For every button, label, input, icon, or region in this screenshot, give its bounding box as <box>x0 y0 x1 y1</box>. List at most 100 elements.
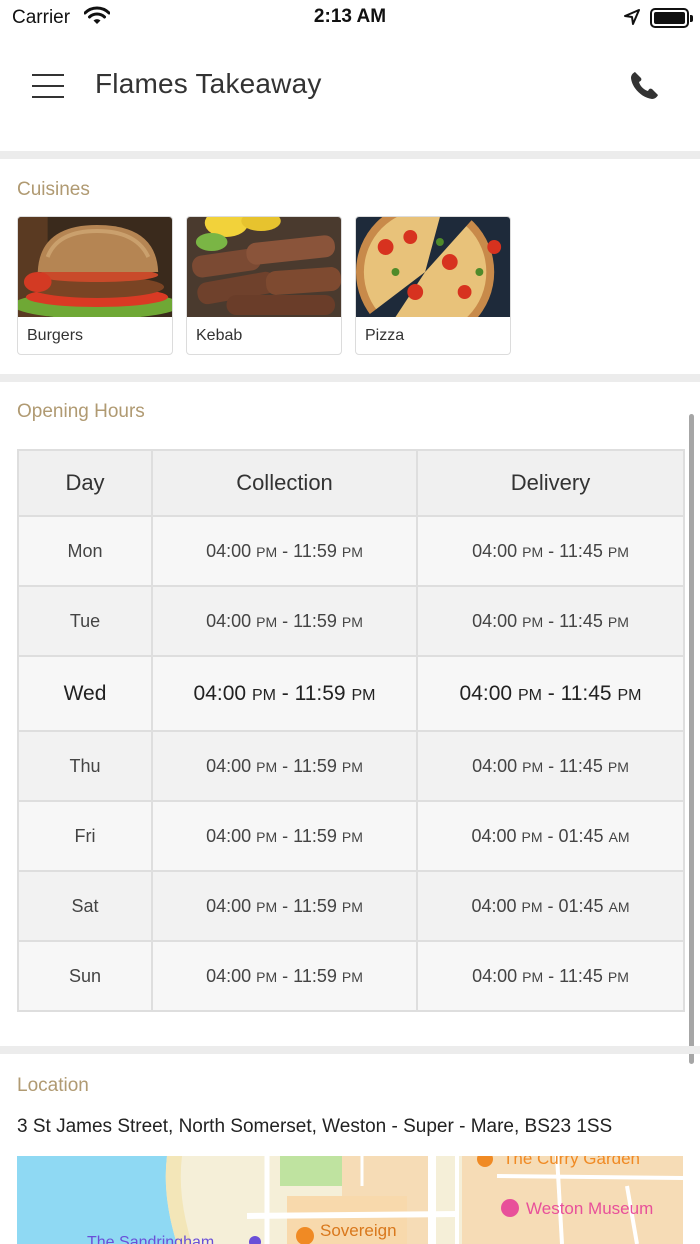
table-row: Sun 04:00 PM - 11:59 PM 04:00 PM - 11:45 P… <box>17 940 685 1012</box>
page-title: Flames Takeaway <box>95 68 322 99</box>
collection-hours-cell: 04:00 PM - 11:59 PM <box>151 800 418 872</box>
day-cell: Fri <box>17 800 153 872</box>
meridiem-label: PM <box>522 613 544 630</box>
cuisine-label: Kebab <box>196 327 243 344</box>
kebab-image <box>187 217 341 317</box>
time-value: 11:59 <box>293 540 337 561</box>
time-value: 04:00 <box>472 540 518 561</box>
time-value: 04:00 <box>206 895 252 916</box>
time-value: 11:59 <box>293 965 337 986</box>
map-label-weston-museum: Weston Museum <box>526 1199 654 1218</box>
time-value: 11:45 <box>559 755 603 776</box>
meridiem-label: PM <box>517 686 542 704</box>
table-row: Sat 04:00 PM - 11:59 PM 04:00 PM - 01:45 A… <box>17 870 685 942</box>
phone-icon[interactable] <box>622 66 668 106</box>
cuisine-card-kebab[interactable]: Kebab <box>186 216 342 355</box>
delivery-hours-cell: 04:00 PM - 11:45 PM <box>416 730 685 802</box>
status-bar: Carrier 2:13 AM <box>0 0 700 36</box>
meridiem-label: PM <box>256 758 278 775</box>
meridiem-label: PM <box>341 613 363 630</box>
opening-hours-heading: Opening Hours <box>17 401 145 422</box>
table-row: Thu 04:00 PM - 11:59 PM 04:00 PM - 11:45 P… <box>17 730 685 802</box>
day-cell: Thu <box>17 730 153 802</box>
collection-hours-cell: 04:00 PM - 11:59 PM <box>151 515 418 587</box>
time-value: 01:45 <box>558 825 604 846</box>
section-divider <box>0 1046 700 1054</box>
section-divider <box>0 374 700 382</box>
table-row: Tue 04:00 PM - 11:59 PM 04:00 PM - 11:45 P… <box>17 585 685 657</box>
table-row: Wed 04:00 PM - 11:59 PM 04:00 PM - 11:45 P… <box>17 655 685 732</box>
time-value: 04:00 <box>206 755 252 776</box>
collection-hours-cell: 04:00 PM - 11:59 PM <box>151 585 418 657</box>
day-cell: Mon <box>17 515 153 587</box>
meridiem-label: PM <box>256 968 278 985</box>
hamburger-menu-icon[interactable] <box>24 68 72 104</box>
cuisine-card-burgers[interactable]: Burgers <box>17 216 173 355</box>
time-value: 04:00 <box>472 610 518 631</box>
meridiem-label: PM <box>256 898 278 915</box>
table-row: Mon 04:00 PM - 11:59 PM 04:00 PM - 11:45 P… <box>17 515 685 587</box>
time-value: 11:59 <box>293 755 337 776</box>
battery-icon <box>650 8 693 28</box>
time-value: 01:45 <box>558 895 604 916</box>
day-cell: Sat <box>17 870 153 942</box>
day-cell: Sun <box>17 940 153 1012</box>
map-label-sandringham: The Sandringham <box>87 1234 215 1244</box>
battery-level <box>654 12 685 24</box>
meridiem-label: PM <box>256 828 278 845</box>
table-row: Fri 04:00 PM - 11:59 PM 04:00 PM - 01:45 A… <box>17 800 685 872</box>
delivery-hours-cell: 04:00 PM - 11:45 PM <box>416 940 685 1012</box>
column-header-collection: Collection <box>151 449 418 517</box>
location-heading: Location <box>17 1075 89 1096</box>
collection-hours-cell: 04:00 PM - 11:59 PM <box>151 730 418 802</box>
time-value: 04:00 <box>206 825 252 846</box>
time-value: 04:00 <box>206 610 252 631</box>
cuisines-heading: Cuisines <box>17 179 90 200</box>
meridiem-label: PM <box>607 968 629 985</box>
time-value: 11:45 <box>559 610 603 631</box>
time-value: 04:00 <box>471 895 517 916</box>
scrollbar[interactable] <box>689 414 694 1064</box>
day-cell: Tue <box>17 585 153 657</box>
time-value: 04:00 <box>472 965 518 986</box>
meridiem-label: PM <box>341 898 363 915</box>
pizza-image <box>356 217 510 317</box>
meridiem-label: PM <box>522 968 544 985</box>
opening-hours-rows: Mon 04:00 PM - 11:59 PM 04:00 PM - 11:45 P… <box>17 515 685 1012</box>
time-value: 04:00 <box>471 825 517 846</box>
opening-hours-table: Day Collection Delivery Mon 04:00 PM - 11… <box>17 449 685 1012</box>
delivery-hours-cell: 04:00 PM - 01:45 AM <box>416 800 685 872</box>
location-map[interactable]: The Curry Garden Weston Museum Sovereign… <box>17 1156 683 1244</box>
meridiem-label: PM <box>607 758 629 775</box>
time-value: 11:45 <box>559 540 603 561</box>
meridiem-label: PM <box>617 686 642 704</box>
time-value: 11:45 <box>559 965 603 986</box>
time-value: 04:00 <box>206 965 252 986</box>
time-value: 11:59 <box>293 825 337 846</box>
collection-hours-cell: 04:00 PM - 11:59 PM <box>151 870 418 942</box>
meridiem-label: PM <box>256 613 278 630</box>
delivery-hours-cell: 04:00 PM - 11:45 PM <box>416 585 685 657</box>
location-arrow-icon <box>624 9 640 30</box>
meridiem-label: PM <box>521 898 543 915</box>
top-nav-bar: Flames Takeaway <box>0 40 700 130</box>
time-value: 11:59 <box>293 610 337 631</box>
collection-hours-cell: 04:00 PM - 11:59 PM <box>151 940 418 1012</box>
address-text: 3 St James Street, North Somerset, Westo… <box>17 1116 613 1137</box>
meridiem-label: PM <box>607 613 629 630</box>
table-header-row: Day Collection Delivery <box>17 449 685 517</box>
cuisine-label: Burgers <box>27 327 84 344</box>
clock: 2:13 AM <box>313 6 387 27</box>
meridiem-label: PM <box>341 543 363 560</box>
meridiem-label: PM <box>341 968 363 985</box>
meridiem-label: PM <box>341 758 363 775</box>
map-label-sovereign: Sovereign <box>320 1221 397 1240</box>
meridiem-label: AM <box>608 828 630 845</box>
time-value: 11:45 <box>560 681 612 705</box>
column-header-delivery: Delivery <box>416 449 685 517</box>
meridiem-label: PM <box>251 686 276 704</box>
time-value: 11:59 <box>293 895 337 916</box>
cuisine-card-pizza[interactable]: Pizza <box>355 216 511 355</box>
burger-image <box>18 217 172 317</box>
meridiem-label: PM <box>521 828 543 845</box>
